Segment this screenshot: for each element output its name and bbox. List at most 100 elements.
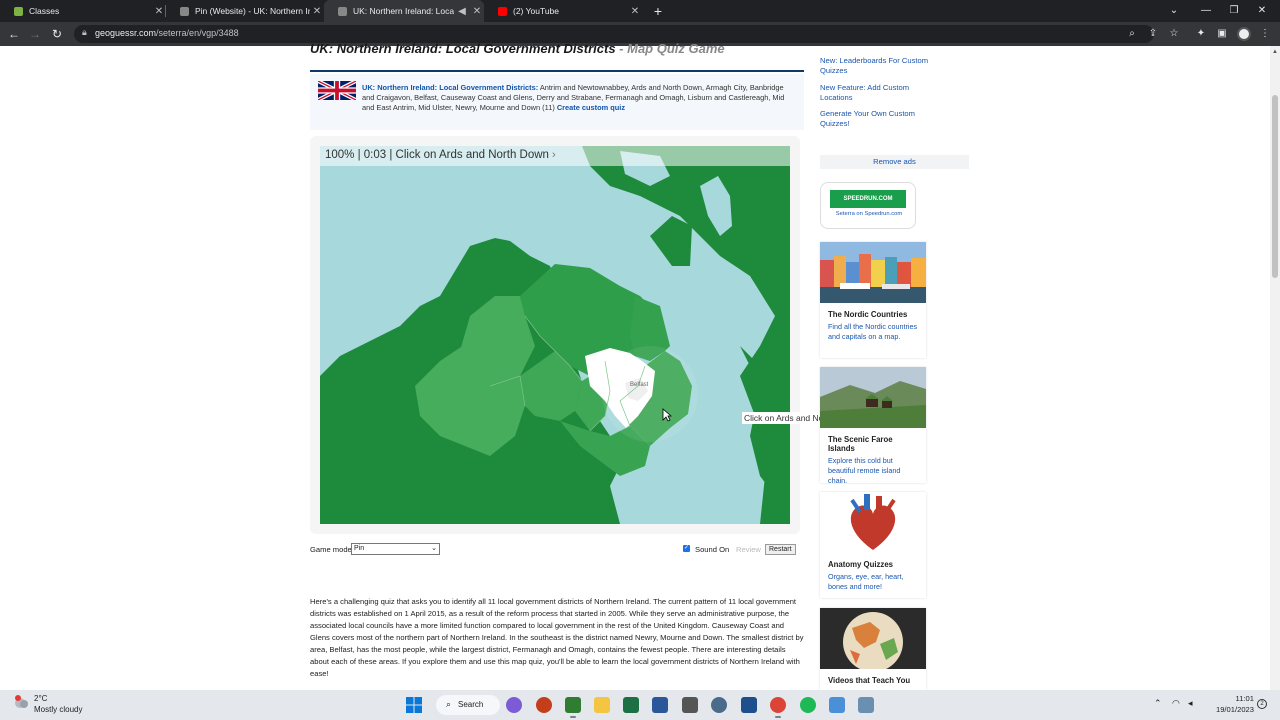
profile-avatar[interactable] xyxy=(1237,27,1251,41)
excel-app-icon[interactable] xyxy=(623,697,639,713)
card-description: Explore this cold but beautiful remote i… xyxy=(828,456,901,485)
notification-icon[interactable]: 2 xyxy=(1257,699,1267,709)
leaderboards-link[interactable]: New: Leaderboards For Custom Quizzes xyxy=(820,56,930,76)
file-explorer-icon[interactable] xyxy=(594,697,610,713)
globe-image xyxy=(820,608,926,669)
close-tab-icon[interactable]: ✕ xyxy=(152,6,166,17)
restart-button[interactable]: Restart xyxy=(765,544,796,555)
classes-favicon-icon xyxy=(14,6,23,16)
volume-icon[interactable]: ◂ xyxy=(1188,698,1193,709)
bookmark-star-icon[interactable]: ☆ xyxy=(1167,26,1181,42)
minimize-button[interactable]: — xyxy=(1192,0,1220,22)
youtube-favicon-icon xyxy=(498,6,507,16)
nordic-harbor-image xyxy=(820,242,926,303)
review-link[interactable]: Review xyxy=(736,545,761,554)
tray-overflow-icon[interactable]: ⌃ xyxy=(1154,698,1162,709)
remote-app-icon[interactable] xyxy=(741,697,757,713)
game-mode-label: Game mode: xyxy=(310,545,354,554)
close-window-button[interactable]: ✕ xyxy=(1248,0,1276,22)
chevron-down-icon: ⌄ xyxy=(431,545,437,552)
card-title: The Scenic Faroe Islands xyxy=(828,435,893,453)
create-custom-quiz-link[interactable]: Create custom quiz xyxy=(557,103,625,112)
generate-quizzes-link[interactable]: Generate Your Own Custom Quizzes! xyxy=(820,109,930,129)
powerpoint-app-icon[interactable] xyxy=(536,697,552,713)
speedrun-badge[interactable]: SPEEDRUN.COM Seterra on Speedrun.com xyxy=(820,182,916,229)
clock-time[interactable]: 11:01 xyxy=(1224,694,1254,703)
game-mode-select[interactable]: Pin ⌄ xyxy=(351,543,440,555)
photo-app-icon[interactable] xyxy=(682,697,698,713)
browser-app-icon[interactable] xyxy=(711,697,727,713)
speedrun-logo: SPEEDRUN.COM xyxy=(830,190,906,208)
northern-ireland-map[interactable] xyxy=(320,146,790,524)
weather-description[interactable]: Mostly cloudy xyxy=(34,705,82,714)
chevron-right-icon[interactable]: › xyxy=(552,149,556,161)
zoom-icon[interactable]: ⌕ xyxy=(1125,26,1139,42)
extensions-icon[interactable]: ✦ xyxy=(1194,26,1208,42)
promo-card-anatomy[interactable]: Anatomy Quizzes Organs, eye, ear, heart,… xyxy=(820,492,926,598)
taskbar-search-button[interactable]: ⌕ Search xyxy=(436,695,500,715)
paint-app-icon[interactable] xyxy=(858,697,874,713)
tab-strip: Classes ✕ Pin (Website) - UK: Northern I… xyxy=(0,0,1280,22)
card-title: The Nordic Countries xyxy=(828,310,908,319)
search-icon: ⌕ xyxy=(446,699,452,709)
windows-start-icon[interactable] xyxy=(406,697,422,713)
faroe-landscape-image xyxy=(820,367,926,428)
quiz-info-box: UK: Northern Ireland: Local Government D… xyxy=(310,74,804,130)
scrollbar-thumb[interactable] xyxy=(1272,95,1278,278)
custom-locations-link[interactable]: New Feature: Add Custom Locations xyxy=(820,83,930,103)
quiz-description: Here's a challenging quiz that asks you … xyxy=(310,597,804,678)
wifi-icon[interactable]: ◠ xyxy=(1172,698,1180,709)
clock-date[interactable]: 19/01/2023 xyxy=(1206,705,1254,714)
card-title: Videos that Teach You xyxy=(828,676,911,685)
close-tab-icon[interactable]: ✕ xyxy=(470,6,484,17)
promo-card-faroe[interactable]: The Scenic Faroe Islands Explore this co… xyxy=(820,367,926,485)
restore-button[interactable]: ❐ xyxy=(1220,0,1248,22)
sound-checkbox[interactable]: ✓ xyxy=(683,545,690,552)
quiz-title-link[interactable]: UK: Northern Ireland: Local Government D… xyxy=(362,83,538,92)
new-tab-button[interactable]: + xyxy=(650,2,666,20)
promo-card-nordic[interactable]: The Nordic Countries Find all the Nordic… xyxy=(820,242,926,358)
forward-button[interactable]: → xyxy=(27,26,43,42)
speaker-icon[interactable]: ◀ xyxy=(454,6,470,17)
menu-kebab-icon[interactable]: ⋮ xyxy=(1258,26,1272,42)
close-tab-icon[interactable]: ✕ xyxy=(310,6,324,17)
tab-pin-website[interactable]: Pin (Website) - UK: Northern Irel... ✕ xyxy=(166,0,324,22)
spotify-app-icon[interactable] xyxy=(800,697,816,713)
quiz-status-text: 100% | 0:03 | Click on Ards and North Do… xyxy=(325,149,549,161)
windows-taskbar: 2°C Mostly cloudy ⌕ Search ⌃ ◠ ◂ 11:01 1… xyxy=(0,690,1280,720)
card-title: Anatomy Quizzes xyxy=(828,560,893,569)
side-panel-icon[interactable]: ▣ xyxy=(1215,26,1229,42)
mouse-cursor-icon xyxy=(662,408,672,422)
reload-button[interactable]: ↻ xyxy=(49,26,65,42)
quiz-map[interactable]: Belfast xyxy=(320,146,790,524)
tab-youtube[interactable]: (2) YouTube ✕ xyxy=(484,0,642,22)
seterra-favicon-icon xyxy=(338,6,347,16)
card-description: Organs, eye, ear, heart, bones and more! xyxy=(828,572,904,591)
chrome-app-icon[interactable] xyxy=(770,697,786,718)
chat-app-icon[interactable] xyxy=(506,697,522,713)
tab-classes[interactable]: Classes ✕ xyxy=(0,0,166,22)
tab-northern-ireland-quiz[interactable]: UK: Northern Ireland: Local G... ◀ ✕ xyxy=(324,0,484,22)
share-icon[interactable]: ⇪ xyxy=(1146,26,1160,42)
notepad-app-icon[interactable] xyxy=(829,697,845,713)
lock-icon: 🔒︎ xyxy=(82,27,87,37)
speedrun-caption: Seterra on Speedrun.com xyxy=(835,211,903,217)
seterra-favicon-icon xyxy=(180,6,189,16)
card-description: Find all the Nordic countries and capita… xyxy=(828,322,918,341)
page-scrollbar[interactable]: ▲ xyxy=(1270,46,1280,690)
quiz-status-bar: 100% | 0:03 | Click on Ards and North Do… xyxy=(320,146,790,166)
heart-anatomy-image xyxy=(820,492,926,553)
scroll-up-icon[interactable]: ▲ xyxy=(1272,49,1278,55)
close-tab-icon[interactable]: ✕ xyxy=(628,6,642,17)
sound-label: Sound On xyxy=(695,545,730,554)
green-app-icon[interactable] xyxy=(565,697,581,718)
word-app-icon[interactable] xyxy=(652,697,668,713)
weather-temperature[interactable]: 2°C xyxy=(34,694,47,703)
belfast-map-label: Belfast xyxy=(630,382,649,388)
promo-card-videos[interactable]: Videos that Teach You xyxy=(820,608,926,690)
tab-search-chevron-icon[interactable]: ⌄ xyxy=(1160,0,1188,22)
cloudy-weather-icon[interactable] xyxy=(13,695,29,709)
back-button[interactable]: ← xyxy=(6,26,22,42)
uk-flag-icon xyxy=(318,81,356,100)
remove-ads-link[interactable]: Remove ads xyxy=(820,155,969,169)
